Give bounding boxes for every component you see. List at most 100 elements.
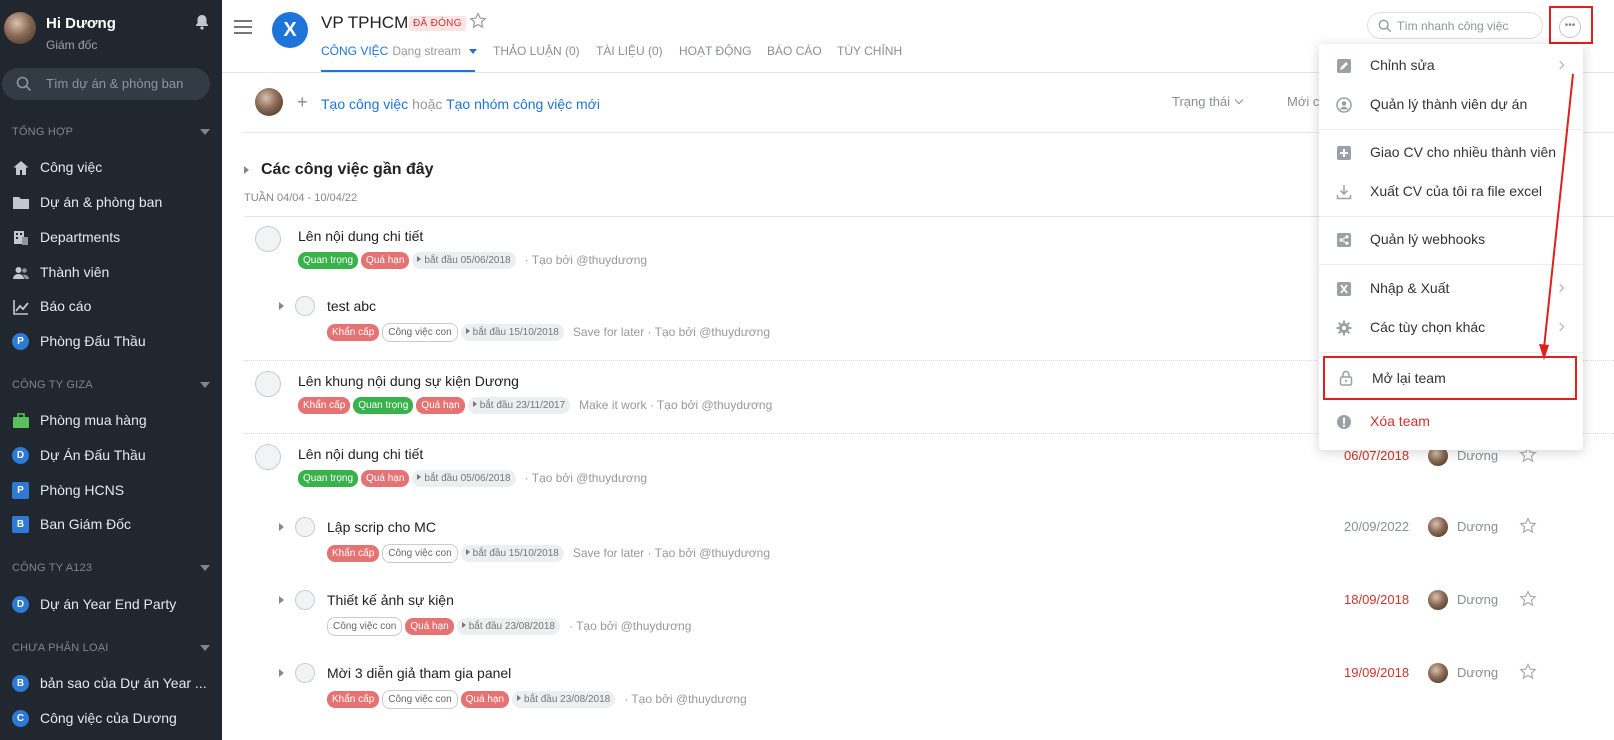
star-icon[interactable] — [1519, 517, 1537, 535]
task-meta: Quan trọng Quá hạn bắt đầu 05/06/2018 · Tạo… — [298, 252, 647, 269]
task-title[interactable]: Thiết kế ảnh sự kiện — [327, 592, 454, 608]
expand-caret-icon[interactable] — [279, 523, 284, 531]
sidebar-item-year-end-party[interactable]: D Dự án Year End Party — [12, 595, 217, 617]
menu-divider — [1319, 216, 1583, 217]
expand-caret-icon[interactable] — [279, 596, 284, 604]
bell-icon[interactable] — [194, 14, 210, 30]
tab-hoat-dong[interactable]: HOẠT ĐỘNG — [679, 44, 751, 58]
tag: Quá hạn — [405, 618, 454, 635]
user-role: Giám đốc — [46, 38, 98, 52]
chevron-down-icon[interactable] — [200, 382, 210, 388]
menu-item-edit[interactable]: Chỉnh sửa — [1319, 48, 1583, 84]
section-tong-hop[interactable]: Tổng hợp — [12, 126, 210, 138]
chevron-down-icon[interactable] — [469, 49, 478, 55]
chevron-down-icon[interactable] — [200, 129, 210, 135]
menu-icon[interactable] — [234, 20, 252, 34]
sidebar-item-label: Báo cáo — [40, 298, 92, 314]
home-icon — [13, 161, 29, 175]
task-checkbox[interactable] — [295, 296, 315, 316]
menu-item-export-excel[interactable]: Xuất CV của tôi ra file excel — [1319, 174, 1583, 210]
sidebar-item-cong-viec-cua-duong[interactable]: C Công việc của Dương — [12, 709, 217, 731]
create-task-link[interactable]: Tạo công việc — [321, 96, 408, 112]
sidebar-item-bao-cao[interactable]: Báo cáo — [12, 297, 217, 319]
menu-item-other-options[interactable]: Các tùy chọn khác — [1319, 310, 1583, 346]
assignee-name: Dương — [1457, 592, 1499, 607]
section-cong-ty-a123[interactable]: Công ty A123 — [12, 562, 210, 574]
folder-icon — [13, 197, 29, 209]
letter-badge-icon: B — [12, 675, 30, 693]
sidebar-item-du-an[interactable]: Dự án & phòng ban — [12, 193, 217, 215]
tab-tuy-chinh[interactable]: TÙY CHỈNH — [837, 44, 902, 58]
plus-square-icon — [1337, 146, 1351, 160]
menu-item-import-export[interactable]: Nhập & Xuất — [1319, 271, 1583, 307]
star-icon[interactable] — [1519, 590, 1537, 608]
sidebar-item-cong-viec[interactable]: Công việc — [12, 158, 217, 180]
task-title[interactable]: Lên khung nội dung sự kiện Dương — [298, 373, 519, 389]
chevron-down-icon[interactable] — [200, 645, 210, 651]
section-title: Công ty Giza — [12, 379, 93, 391]
sort-filter[interactable]: Mới c — [1287, 94, 1319, 109]
plus-icon[interactable]: + — [297, 92, 308, 113]
section-chua-phan-loai[interactable]: Chưa phân loại — [12, 642, 210, 654]
tag: Quá hạn — [361, 252, 410, 269]
task-meta: Công việc con Quá hạn bắt đầu 23/08/2018 · … — [327, 617, 691, 636]
badge-letter: B — [12, 675, 29, 692]
tab-bao-cao[interactable]: BÁO CÁO — [767, 44, 822, 58]
status-filter[interactable]: Trạng thái — [1172, 94, 1244, 109]
badge-letter: C — [12, 710, 29, 727]
task-title[interactable]: Lên nội dung chi tiết — [298, 446, 423, 462]
task-title[interactable]: Mời 3 diễn giả tham gia panel — [327, 665, 511, 681]
letter-badge-icon: P — [12, 333, 30, 351]
start-date-tag: bắt đầu 23/11/2017 — [467, 397, 571, 414]
section-cong-ty-giza[interactable]: Công ty Giza — [12, 379, 210, 391]
task-checkbox[interactable] — [255, 371, 281, 397]
menu-item-reopen-team[interactable]: Mở lại team — [1323, 356, 1577, 400]
menu-item-manage-members[interactable]: Quản lý thành viên dự án — [1319, 87, 1583, 123]
sidebar-item-ban-sao[interactable]: B bản sao của Dự án Year ... — [12, 674, 217, 696]
tab-cong-viec[interactable]: CÔNG VIỆC Dạng stream — [321, 44, 478, 58]
task-checkbox[interactable] — [295, 517, 315, 537]
chevron-down-icon[interactable] — [200, 565, 210, 571]
star-icon[interactable] — [469, 12, 487, 30]
tag: Quan trọng — [298, 470, 359, 487]
tab-thao-luan[interactable]: THẢO LUẬN (0) — [493, 44, 580, 58]
sidebar-item-thanh-vien[interactable]: Thành viên — [12, 263, 217, 285]
task-checkbox[interactable] — [255, 226, 281, 252]
task-title[interactable]: test abc — [327, 298, 376, 314]
create-group-link[interactable]: Tạo nhóm công việc mới — [446, 96, 600, 112]
menu-item-assign-multiple[interactable]: Giao CV cho nhiều thành viên — [1319, 135, 1583, 171]
expand-caret-icon[interactable] — [279, 669, 284, 677]
user-avatar[interactable] — [4, 12, 36, 44]
task-checkbox[interactable] — [295, 590, 315, 610]
user-panel[interactable]: Hi Dương Giám đốc — [0, 0, 222, 62]
menu-item-delete-team[interactable]: Xóa team — [1319, 404, 1583, 440]
menu-item-label: Giao CV cho nhiều thành viên — [1370, 144, 1557, 160]
task-checkbox[interactable] — [255, 444, 281, 470]
excel-icon — [1337, 282, 1351, 296]
tab-tai-lieu[interactable]: TÀI LIỆU (0) — [596, 44, 663, 58]
sidebar-item-label: Departments — [40, 229, 121, 245]
menu-divider — [1319, 129, 1583, 130]
sidebar-item-du-an-dau-thau[interactable]: D Dự Án Đấu Thầu — [12, 446, 217, 468]
tag: Công việc con — [327, 617, 403, 636]
sidebar-item-phong-hcns[interactable]: P Phòng HCNS — [12, 481, 217, 503]
task-title[interactable]: Lên nội dung chi tiết — [298, 228, 423, 244]
task-checkbox[interactable] — [295, 663, 315, 683]
collapse-caret-icon[interactable] — [244, 166, 249, 174]
task-meta: Khẩn cấp Công việc con Quá hạn bắt đầu 23/0… — [327, 690, 747, 709]
menu-item-webhooks[interactable]: Quản lý webhooks — [1319, 222, 1583, 258]
sidebar-item-label: Dự Án Đấu Thầu — [40, 447, 146, 463]
sidebar-item-phong-dau-thau[interactable]: P Phòng Đấu Thầu — [12, 332, 217, 354]
expand-caret-icon[interactable] — [279, 302, 284, 310]
badge-letter: B — [12, 516, 29, 533]
task-title[interactable]: Lập scrip cho MC — [327, 519, 436, 535]
star-icon[interactable] — [1519, 663, 1537, 681]
sidebar-item-departments[interactable]: Departments — [12, 228, 217, 250]
sidebar-search[interactable]: Tìm dự án & phòng ban — [2, 68, 210, 100]
sidebar-item-ban-giam-doc[interactable]: B Ban Giám Đốc — [12, 515, 217, 537]
lock-open-icon — [1339, 370, 1353, 386]
week-label: Tuần 04/04 - 10/04/22 — [244, 192, 358, 204]
sidebar-item-phong-mua-hang[interactable]: Phòng mua hàng — [12, 411, 217, 433]
more-options-button[interactable]: ••• — [1559, 16, 1581, 38]
quick-search-input[interactable]: Tìm nhanh công việc — [1367, 12, 1543, 39]
